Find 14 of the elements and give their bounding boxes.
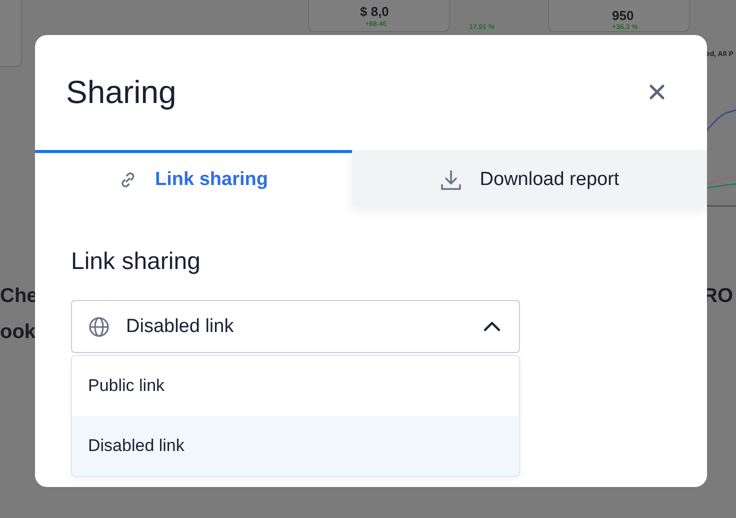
section-title: Link sharing (71, 248, 202, 276)
dropdown-option[interactable]: Public link (72, 356, 519, 416)
close-icon (649, 84, 665, 100)
tab[interactable]: Download report (352, 150, 707, 206)
background-text: 950 (612, 8, 634, 23)
dialog-title: Sharing (66, 74, 176, 110)
caret-icon (483, 321, 501, 332)
background-text: $ 8,0 (360, 4, 389, 19)
background-text: ook (0, 321, 36, 344)
download-icon (440, 168, 462, 190)
background-text: Che (0, 285, 38, 308)
globe-icon (88, 316, 110, 338)
dropdown-option[interactable]: Disabled link (72, 416, 519, 476)
link-type-select[interactable]: Disabled link (71, 300, 520, 353)
